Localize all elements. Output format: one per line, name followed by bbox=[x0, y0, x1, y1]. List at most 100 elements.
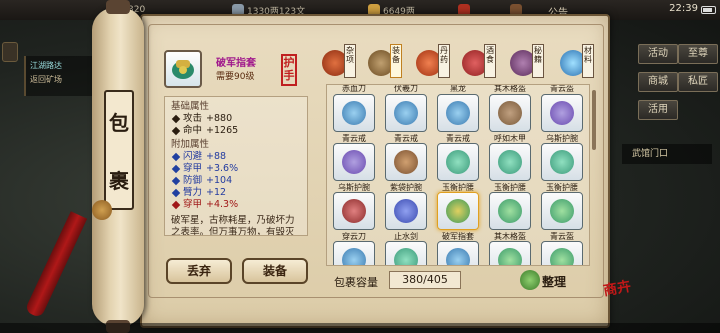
stat-row: 闪避 +88 bbox=[171, 151, 301, 163]
category-tab-food[interactable]: 酒食 bbox=[462, 44, 502, 82]
item-slot[interactable] bbox=[385, 192, 427, 230]
item-slot[interactable] bbox=[437, 143, 479, 181]
gauntlet-icon bbox=[172, 60, 194, 79]
tassel-knot bbox=[92, 200, 112, 220]
inventory-grid[interactable]: 赤血刀 伏羲刀 黑龙 其木格盔 青云盔 青云戒 青云戒 青云戒 呼如木甲 乌斯护… bbox=[326, 84, 590, 266]
stat-label: 穿甲 bbox=[183, 199, 203, 210]
vip-button[interactable]: 至尊 bbox=[678, 44, 718, 64]
item-slot[interactable] bbox=[437, 94, 479, 132]
stat-row: 穿甲 +4.3% bbox=[171, 199, 301, 211]
item-slot[interactable] bbox=[385, 94, 427, 132]
stat-value: +880 bbox=[206, 113, 233, 124]
ring-icon bbox=[342, 248, 366, 265]
capacity-value: 380/405 bbox=[389, 271, 461, 289]
category-label: 杂项 bbox=[344, 44, 356, 78]
category-tab-misc[interactable]: 杂项 bbox=[322, 44, 362, 82]
category-tab-equipment[interactable]: 装备 bbox=[368, 44, 408, 82]
item-slot[interactable] bbox=[437, 241, 479, 265]
item-slot[interactable] bbox=[541, 143, 583, 181]
diamond-icon bbox=[171, 200, 181, 210]
helmet-icon bbox=[550, 199, 574, 223]
item-slot[interactable] bbox=[489, 192, 531, 230]
item-slot[interactable] bbox=[385, 241, 427, 265]
diamond-icon bbox=[171, 126, 181, 136]
stat-value: +1265 bbox=[206, 125, 239, 136]
diamond-icon bbox=[171, 188, 181, 198]
stat-value: +88 bbox=[206, 151, 227, 162]
slot-name: 其木格盔 bbox=[494, 84, 526, 93]
stat-value: +104 bbox=[206, 175, 233, 186]
ring-icon bbox=[394, 101, 418, 125]
private-button[interactable]: 私匠 bbox=[678, 72, 718, 92]
item-slot[interactable] bbox=[333, 143, 375, 181]
item-slot[interactable] bbox=[489, 94, 531, 132]
belt-icon bbox=[550, 150, 574, 174]
stat-value: +4.3% bbox=[206, 199, 239, 210]
slot-name: 赤血刀 bbox=[342, 84, 366, 93]
item-stats-panel[interactable]: 基础属性 攻击 +880 命中 +1265 附加属性 闪避 +88 穿甲 +3.6% 防… bbox=[164, 96, 308, 236]
sword-icon bbox=[394, 199, 418, 223]
bottom-bar bbox=[0, 323, 720, 333]
item-slot[interactable] bbox=[489, 241, 531, 265]
title-char-2: 裹 bbox=[109, 168, 129, 193]
item-slot[interactable] bbox=[333, 241, 375, 265]
item-slot[interactable] bbox=[333, 94, 375, 132]
diamond-icon bbox=[171, 114, 181, 124]
stat-label: 攻击 bbox=[183, 113, 203, 124]
category-label: 材料 bbox=[582, 44, 594, 78]
grid-scrollbar[interactable] bbox=[592, 90, 596, 150]
slot-name: 青云盔 bbox=[550, 84, 574, 93]
item-slot[interactable] bbox=[385, 143, 427, 181]
item-slot[interactable] bbox=[541, 192, 583, 230]
activity-button[interactable]: 活动 bbox=[638, 44, 678, 64]
stat-row: 防御 +104 bbox=[171, 175, 301, 187]
stat-value: +12 bbox=[206, 187, 227, 198]
belt-icon bbox=[394, 248, 418, 265]
stat-row: 命中 +1265 bbox=[171, 125, 301, 137]
quest-toggle[interactable] bbox=[2, 42, 18, 62]
blade-icon bbox=[342, 199, 366, 223]
discard-button[interactable]: 丢弃 bbox=[166, 258, 232, 284]
item-slot[interactable] bbox=[489, 143, 531, 181]
item-name: 破军指套 bbox=[216, 58, 256, 69]
category-label: 酒食 bbox=[484, 44, 496, 78]
base-attrs-header: 基础属性 bbox=[171, 101, 210, 112]
item-slot[interactable] bbox=[541, 94, 583, 132]
capacity-label: 包裹容量 bbox=[334, 276, 378, 289]
stat-label: 穿甲 bbox=[183, 163, 203, 174]
stat-label: 命中 bbox=[183, 125, 203, 136]
ring-icon bbox=[342, 101, 366, 125]
stat-label: 闪避 bbox=[183, 151, 203, 162]
item-slot[interactable] bbox=[541, 241, 583, 265]
diamond-icon bbox=[171, 152, 181, 162]
item-slot[interactable] bbox=[333, 192, 375, 230]
equip-button[interactable]: 装备 bbox=[242, 258, 308, 284]
stat-row: 穿甲 +3.6% bbox=[171, 163, 301, 175]
stat-row: 臂力 +12 bbox=[171, 187, 301, 199]
gauntlet-icon bbox=[446, 199, 470, 223]
category-tab-materials[interactable]: 材料 bbox=[560, 44, 600, 82]
shop-button[interactable]: 商城 bbox=[638, 72, 678, 92]
title-char-1: 包 bbox=[109, 110, 129, 135]
selected-item-icon bbox=[164, 50, 202, 88]
helmet-icon bbox=[498, 199, 522, 223]
item-slot-selected[interactable] bbox=[437, 192, 479, 230]
sort-button[interactable]: 整理 bbox=[520, 270, 584, 292]
item-level-requirement: 需要90级 bbox=[216, 72, 255, 82]
belt-icon bbox=[446, 150, 470, 174]
sort-label: 整理 bbox=[542, 275, 567, 289]
category-tab-manuals[interactable]: 秘籍 bbox=[510, 44, 550, 82]
bag-icon bbox=[520, 270, 540, 290]
category-tab-pills[interactable]: 丹药 bbox=[416, 44, 456, 82]
stat-label: 臂力 bbox=[183, 187, 203, 198]
inventory-title: 包 裹 bbox=[104, 90, 134, 210]
bracer-icon bbox=[550, 101, 574, 125]
slot-name: 伏羲刀 bbox=[394, 84, 418, 93]
bracer-icon bbox=[342, 150, 366, 174]
category-label: 装备 bbox=[390, 44, 402, 78]
wuguan-location[interactable]: 武馆门口 bbox=[622, 144, 712, 164]
item-slot-seal: 护手 bbox=[281, 54, 297, 86]
marketplace-button[interactable]: 活用 bbox=[638, 100, 678, 120]
diamond-icon bbox=[171, 164, 181, 174]
extra-attrs-header: 附加属性 bbox=[171, 139, 210, 150]
